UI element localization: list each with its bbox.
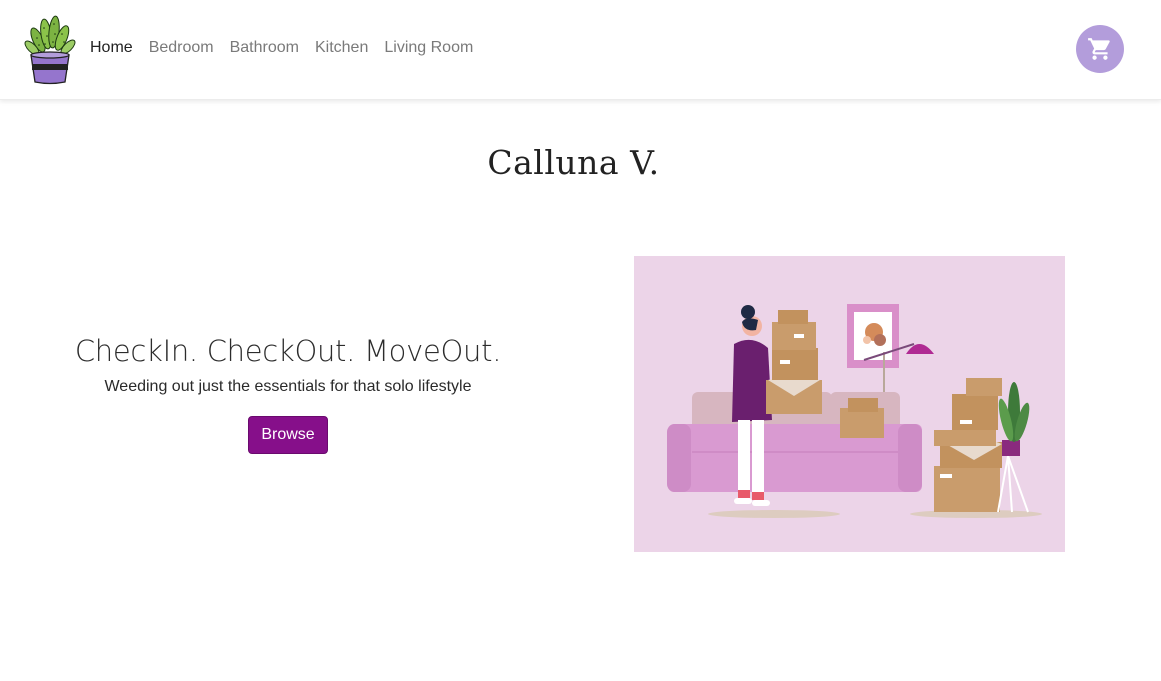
cart-button[interactable] xyxy=(1076,25,1124,73)
nav-item-kitchen[interactable]: Kitchen xyxy=(315,38,368,58)
potted-cactus-icon[interactable] xyxy=(24,14,76,86)
nav-item-bathroom[interactable]: Bathroom xyxy=(230,38,299,58)
hero-text: CheckIn. CheckOut. MoveOut. Weeding out … xyxy=(58,334,518,454)
woman-moving-boxes-illustration xyxy=(667,304,1042,518)
hero-illustration xyxy=(634,256,1065,552)
browse-button[interactable]: Browse xyxy=(248,416,328,454)
navbar: Home Bedroom Bathroom Kitchen Living Roo… xyxy=(0,0,1161,100)
nav-item-bedroom[interactable]: Bedroom xyxy=(149,38,214,58)
hero-subtext: Weeding out just the essentials for that… xyxy=(104,378,472,395)
hero-tagline: CheckIn. CheckOut. MoveOut. xyxy=(74,334,502,368)
brand-title: Calluna V. xyxy=(487,143,660,182)
nav-item-home[interactable]: Home xyxy=(90,38,133,58)
shopping-cart-icon xyxy=(1088,38,1110,60)
nav-menu: Home Bedroom Bathroom Kitchen Living Roo… xyxy=(90,38,489,58)
nav-item-living-room[interactable]: Living Room xyxy=(384,38,473,58)
